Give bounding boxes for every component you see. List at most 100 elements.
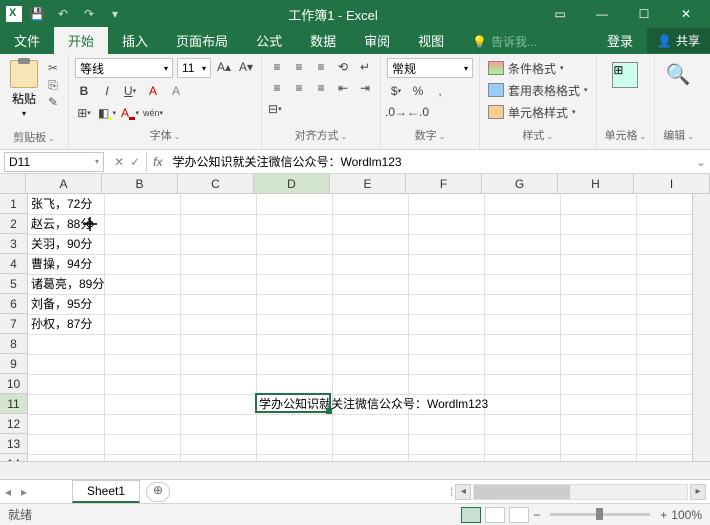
row-header[interactable]: 2 <box>0 214 27 234</box>
name-box[interactable]: D11▾ <box>4 152 104 172</box>
sheet-nav-prev[interactable]: ◂ <box>0 485 16 499</box>
row-header[interactable]: 12 <box>0 414 27 434</box>
select-all-corner[interactable] <box>0 174 26 193</box>
col-header[interactable]: A <box>26 174 102 193</box>
format-table-button[interactable]: 套用表格格式▾ <box>488 80 588 100</box>
share-button[interactable]: 👤共享 <box>647 28 710 53</box>
zoom-out-button[interactable]: − <box>533 508 540 522</box>
orientation-button[interactable]: ⟲ <box>334 58 352 76</box>
cell[interactable]: 孙权，87分 <box>28 314 95 334</box>
tab-file[interactable]: 文件 <box>0 27 54 54</box>
align-left-button[interactable]: ≡ <box>268 79 286 97</box>
scroll-right-button[interactable]: ▸ <box>690 484 706 500</box>
align-top-button[interactable]: ≡ <box>268 58 286 76</box>
row-header[interactable]: 11 <box>0 394 27 414</box>
tab-insert[interactable]: 插入 <box>108 27 162 54</box>
tab-view[interactable]: 视图 <box>404 27 458 54</box>
row-header[interactable]: 4 <box>0 254 27 274</box>
merge-button[interactable]: ⊟▾ <box>268 100 282 118</box>
row-header[interactable]: 5 <box>0 274 27 294</box>
login-link[interactable]: 登录 <box>593 27 647 54</box>
comma-button[interactable]: , <box>431 82 449 100</box>
view-layout-button[interactable] <box>485 507 505 523</box>
row-header[interactable]: 9 <box>0 354 27 374</box>
add-sheet-button[interactable]: ⊕ <box>146 482 170 502</box>
align-bottom-button[interactable]: ≡ <box>312 58 330 76</box>
paste-button[interactable]: 粘贴 ▾ <box>6 60 42 118</box>
row-header[interactable]: 1 <box>0 194 27 214</box>
tab-formula[interactable]: 公式 <box>242 27 296 54</box>
tab-home[interactable]: 开始 <box>54 27 108 54</box>
conditional-format-button[interactable]: 条件格式▾ <box>488 58 588 78</box>
view-normal-button[interactable] <box>461 507 481 523</box>
border-button[interactable]: ⊞▾ <box>75 104 93 122</box>
cell[interactable]: 赵云，88分 <box>28 214 95 234</box>
format-painter-button[interactable]: ✎ <box>44 94 62 110</box>
shrink-font-button[interactable]: A▾ <box>237 58 255 76</box>
row-header[interactable]: 7 <box>0 314 27 334</box>
cell[interactable]: 诸葛亮，89分 <box>28 274 107 294</box>
row-header[interactable]: 3 <box>0 234 27 254</box>
cells-canvas[interactable]: 张飞，72分赵云，88分关羽，90分曹操，94分诸葛亮，89分刘备，95分孙权，… <box>28 194 692 461</box>
copy-button[interactable]: ⎘ <box>44 77 62 93</box>
view-pagebreak-button[interactable] <box>509 507 529 523</box>
percent-button[interactable]: % <box>409 82 427 100</box>
tell-me[interactable]: 💡告诉我... <box>458 29 551 54</box>
qat-customize-icon[interactable]: ▾ <box>104 3 126 25</box>
col-header[interactable]: H <box>558 174 634 193</box>
col-header[interactable]: C <box>178 174 254 193</box>
col-header[interactable]: G <box>482 174 558 193</box>
cells-icon[interactable]: ⊞ <box>612 62 638 88</box>
fx-icon[interactable]: fx <box>147 155 168 169</box>
cell[interactable]: 关羽，90分 <box>28 234 95 254</box>
save-button[interactable]: 💾 <box>26 3 48 25</box>
row-header[interactable]: 8 <box>0 334 27 354</box>
col-header[interactable]: F <box>406 174 482 193</box>
vscroll[interactable] <box>692 194 710 461</box>
italic-button[interactable]: I <box>98 82 116 100</box>
cell-styles-button[interactable]: 单元格样式▾ <box>488 102 588 122</box>
align-center-button[interactable]: ≡ <box>290 79 308 97</box>
close-button[interactable]: ✕ <box>666 0 706 28</box>
align-middle-button[interactable]: ≡ <box>290 58 308 76</box>
undo-button[interactable]: ↶ <box>52 3 74 25</box>
cell[interactable]: 学办公知识就关注微信公众号：Wordlm123 <box>256 394 491 414</box>
font-big-a-icon[interactable]: A <box>144 82 162 100</box>
bold-button[interactable]: B <box>75 82 93 100</box>
font-name-combo[interactable]: 等线▾ <box>75 58 173 78</box>
ribbon-options-icon[interactable]: ▭ <box>540 0 580 28</box>
underline-button[interactable]: U▾ <box>121 82 139 100</box>
decrease-indent-button[interactable]: ⇤ <box>334 79 352 97</box>
cut-button[interactable]: ✂ <box>44 60 62 76</box>
tab-data[interactable]: 数据 <box>296 27 350 54</box>
row-header[interactable]: 14 <box>0 454 27 461</box>
font-color-button[interactable]: A▾ <box>121 104 139 122</box>
scroll-left-button[interactable]: ◂ <box>455 484 471 500</box>
col-header[interactable]: E <box>330 174 406 193</box>
row-header[interactable]: 6 <box>0 294 27 314</box>
hscroll[interactable]: ⁞ ◂ ▸ <box>450 484 710 500</box>
col-header[interactable]: B <box>102 174 178 193</box>
cell[interactable]: 曹操，94分 <box>28 254 95 274</box>
zoom-level[interactable]: 100% <box>671 508 702 522</box>
phonetic-button[interactable]: wén▾ <box>144 104 162 122</box>
increase-indent-button[interactable]: ⇥ <box>356 79 374 97</box>
col-header[interactable]: I <box>634 174 710 193</box>
zoom-slider[interactable] <box>550 513 650 516</box>
cell[interactable]: 张飞，72分 <box>28 194 95 214</box>
sheet-nav-next[interactable]: ▸ <box>16 485 32 499</box>
wrap-text-button[interactable]: ↵ <box>356 58 374 76</box>
currency-button[interactable]: $▾ <box>387 82 405 100</box>
number-format-combo[interactable]: 常规▾ <box>387 58 473 78</box>
cell[interactable]: 刘备，95分 <box>28 294 95 314</box>
decrease-decimal-button[interactable]: ←.0 <box>409 103 427 121</box>
cancel-icon[interactable]: ✕ <box>114 155 124 169</box>
minimize-button[interactable]: — <box>582 0 622 28</box>
redo-button[interactable]: ↷ <box>78 3 100 25</box>
row-header[interactable]: 10 <box>0 374 27 394</box>
sheet-tab[interactable]: Sheet1 <box>72 480 140 503</box>
tab-layout[interactable]: 页面布局 <box>162 27 242 54</box>
tab-review[interactable]: 审阅 <box>350 27 404 54</box>
increase-decimal-button[interactable]: .0→ <box>387 103 405 121</box>
grow-font-button[interactable]: A▴ <box>215 58 233 76</box>
